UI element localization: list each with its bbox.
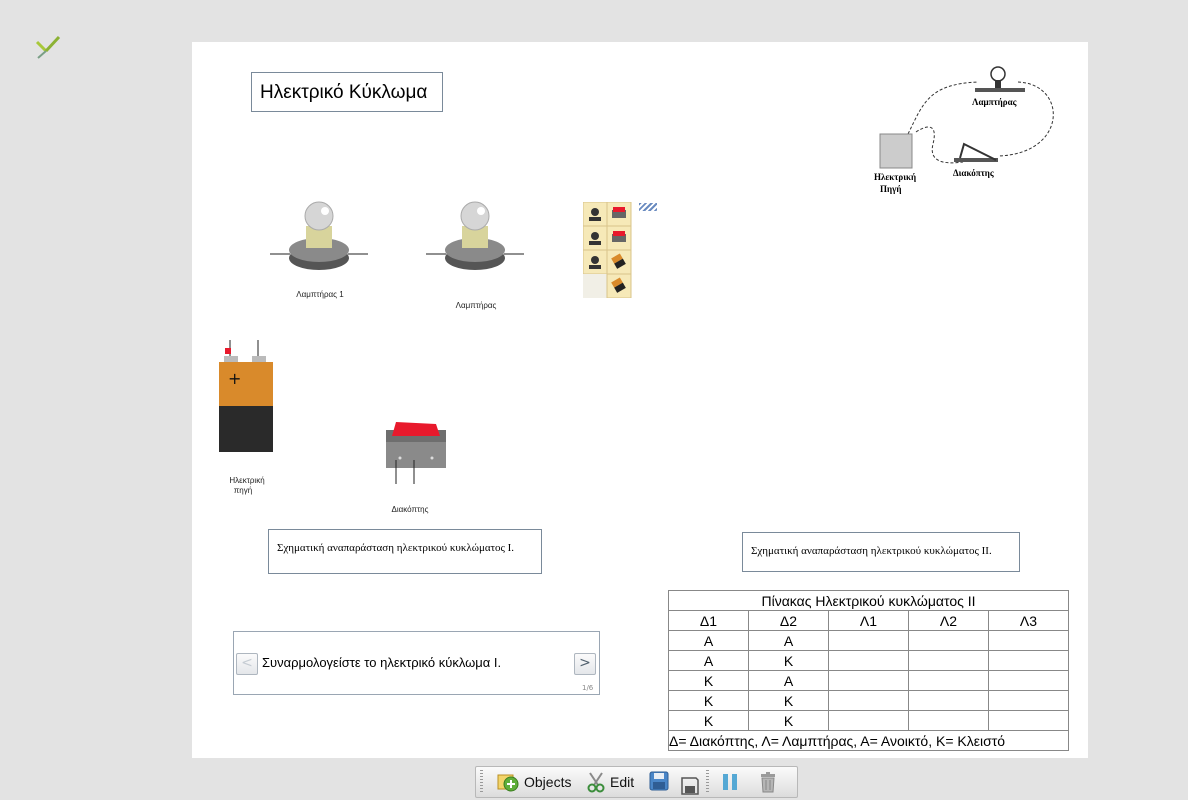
pause-icon[interactable] xyxy=(720,772,740,792)
table-header: Λ3 xyxy=(988,610,1069,631)
page-title[interactable]: Ηλεκτρικό Κύκλωμα xyxy=(251,72,443,112)
table-row: Α Α xyxy=(668,630,1069,651)
table-row: Κ Α xyxy=(668,670,1069,691)
objects-icon[interactable] xyxy=(496,771,520,793)
table-cell[interactable] xyxy=(988,670,1069,691)
table-header: Δ1 xyxy=(668,610,749,631)
bottom-toolbar: Objects Edit xyxy=(475,766,798,798)
table-cell[interactable]: Α xyxy=(748,670,829,691)
table-header: Λ2 xyxy=(908,610,989,631)
diagram-switch-label: Διακόπτης xyxy=(953,168,994,178)
toolbar-grip[interactable] xyxy=(480,770,483,794)
table-cell[interactable]: Κ xyxy=(748,690,829,711)
schematic-2-box[interactable]: Σχηματική αναπαράσταση ηλεκτρικού κυκλώμ… xyxy=(742,532,1020,572)
lamp-component-1[interactable] xyxy=(270,196,370,276)
save-icon[interactable] xyxy=(649,771,669,791)
table-cell[interactable]: Κ xyxy=(668,710,749,731)
diagram-source-label-1: Ηλεκτρική xyxy=(874,172,917,182)
lamp-2-label: Λαμπτήρας xyxy=(455,301,497,310)
switch-component[interactable] xyxy=(384,418,448,488)
table-cell[interactable] xyxy=(988,690,1069,711)
next-step-button[interactable]: > xyxy=(574,653,596,675)
step-counter: 1/6 xyxy=(582,684,594,692)
table-cell[interactable]: Α xyxy=(668,650,749,671)
diagram-lamp-label: Λαμπτήρας xyxy=(972,97,1017,107)
table-cell[interactable] xyxy=(828,710,909,731)
save-as-icon[interactable] xyxy=(680,772,700,796)
table-cell[interactable] xyxy=(988,650,1069,671)
component-palette[interactable] xyxy=(582,201,633,299)
whiteboard-canvas[interactable]: Ηλεκτρικό Κύκλωμα Λαμπτήρας Διακόπτης Ηλ… xyxy=(192,42,1088,758)
table-legend: Δ= Διακόπτης, Λ= Λαμπτήρας, Α= Ανοικτό, … xyxy=(668,730,1069,751)
table-cell[interactable] xyxy=(908,690,989,711)
scissors-icon[interactable] xyxy=(586,771,606,793)
lamp-component-2[interactable] xyxy=(426,196,526,276)
table-cell[interactable]: Α xyxy=(668,630,749,651)
table-cell[interactable] xyxy=(988,630,1069,651)
table-cell[interactable] xyxy=(828,690,909,711)
battery-component[interactable]: + xyxy=(216,338,276,456)
table-cell[interactable] xyxy=(828,650,909,671)
results-table[interactable]: Πίνακας Ηλεκτρικού κυκλώματος ΙΙ Δ1 Δ2 Λ… xyxy=(668,590,1069,751)
objects-button[interactable]: Objects xyxy=(524,771,571,793)
palette-grip-icon[interactable] xyxy=(639,203,657,211)
table-cell[interactable]: Κ xyxy=(668,690,749,711)
table-cell[interactable] xyxy=(988,710,1069,731)
steps-panel: < Συναρμολογείστε το ηλεκτρικό κύκλωμα Ι… xyxy=(233,631,600,695)
previous-step-button[interactable]: < xyxy=(236,653,258,675)
table-title: Πίνακας Ηλεκτρικού κυκλώματος ΙΙ xyxy=(668,590,1069,611)
switch-label: Διακόπτης xyxy=(391,505,429,514)
table-cell[interactable]: Κ xyxy=(668,670,749,691)
svg-text:+: + xyxy=(228,369,241,388)
table-cell[interactable] xyxy=(908,670,989,691)
trash-icon[interactable] xyxy=(758,771,778,793)
lamp-1-label: Λαμπτήρας 1 xyxy=(296,290,344,299)
table-row: Κ Κ xyxy=(668,710,1069,731)
table-row: Κ Κ xyxy=(668,690,1069,711)
table-cell[interactable] xyxy=(828,670,909,691)
table-cell[interactable] xyxy=(828,630,909,651)
check-icon[interactable] xyxy=(34,32,62,60)
battery-label-1: Ηλεκτρική xyxy=(229,476,265,485)
table-cell[interactable]: Α xyxy=(748,630,829,651)
table-row: Α Κ xyxy=(668,650,1069,671)
table-cell[interactable]: Κ xyxy=(748,650,829,671)
schematic-1-box[interactable]: Σχηματική αναπαράσταση ηλεκτρικού κυκλώμ… xyxy=(268,529,542,574)
diagram-source-label-2: Πηγή xyxy=(880,184,902,194)
table-cell[interactable] xyxy=(908,630,989,651)
table-cell[interactable] xyxy=(908,710,989,731)
battery-label-2: πηγή xyxy=(233,486,253,495)
toolbar-separator xyxy=(706,770,709,794)
circuit-diagram[interactable]: Λαμπτήρας Διακόπτης Ηλεκτρική Πηγή xyxy=(868,64,1068,224)
table-header: Δ2 xyxy=(748,610,829,631)
table-cell[interactable] xyxy=(908,650,989,671)
step-text: Συναρμολογείστε το ηλεκτρικό κύκλωμα Ι. xyxy=(262,655,502,670)
table-header: Λ1 xyxy=(828,610,909,631)
table-cell[interactable]: Κ xyxy=(748,710,829,731)
edit-button[interactable]: Edit xyxy=(610,771,634,793)
